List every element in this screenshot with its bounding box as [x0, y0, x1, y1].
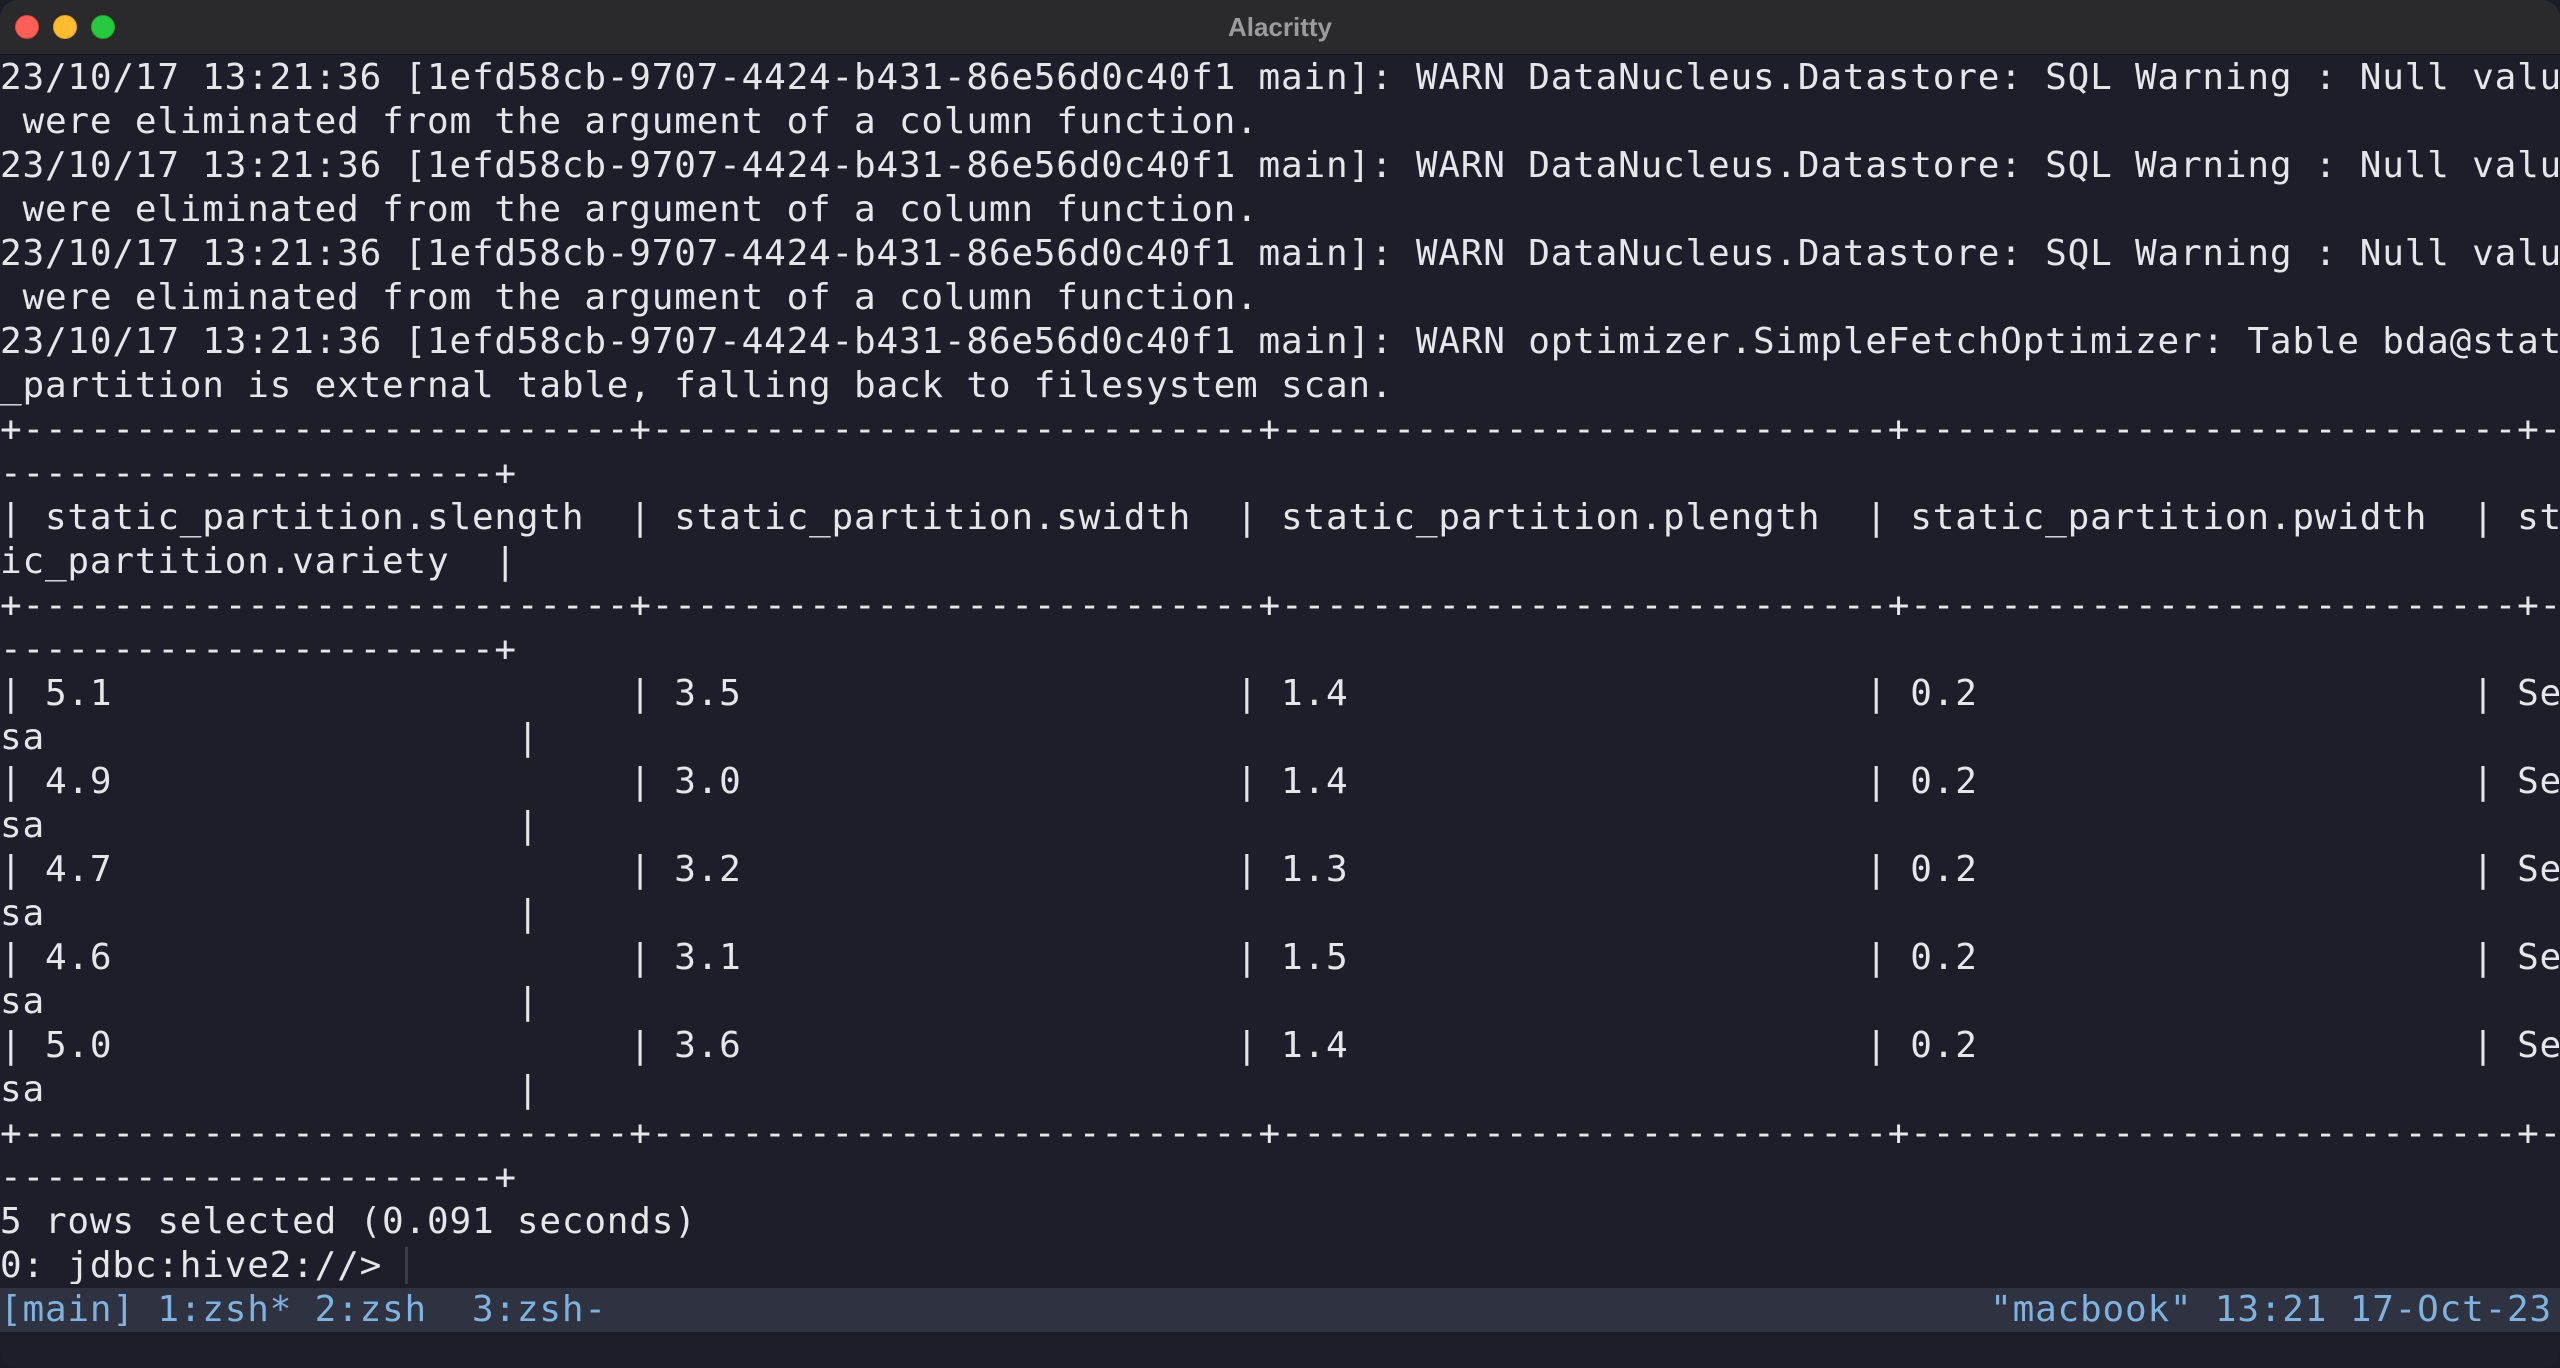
table-row: sa | — [0, 717, 540, 758]
title-bar[interactable]: Alacritty — [0, 0, 2560, 55]
table-row: | 5.0 | 3.6 | 1.4 | 0.2 | Seto — [0, 1025, 2560, 1066]
terminal-line: 23/10/17 13:21:36 [1efd58cb-9707-4424-b4… — [0, 57, 2560, 98]
tmux-host-clock: "macbook" 13:21 17-Oct-23 — [1990, 1289, 2552, 1330]
terminal-line: _partition is external table, falling ba… — [0, 365, 1394, 406]
query-result-summary: 5 rows selected (0.091 seconds) — [0, 1201, 697, 1242]
table-border: ----------------------+ — [0, 453, 517, 494]
table-border: +---------------------------+-----------… — [0, 585, 2560, 626]
terminal-line: 23/10/17 13:21:36 [1efd58cb-9707-4424-b4… — [0, 321, 2560, 362]
table-row: sa | — [0, 805, 540, 846]
terminal-line: 23/10/17 13:21:36 [1efd58cb-9707-4424-b4… — [0, 145, 2560, 186]
table-border: +---------------------------+-----------… — [0, 1113, 2560, 1154]
table-border: ----------------------+ — [0, 1157, 517, 1198]
table-row: | 4.9 | 3.0 | 1.4 | 0.2 | Seto — [0, 761, 2560, 802]
table-border: ----------------------+ — [0, 629, 517, 670]
terminal-line: were eliminated from the argument of a c… — [0, 101, 1259, 142]
tmux-window-list[interactable]: [main] 1:zsh* 2:zsh 3:zsh- — [0, 1288, 607, 1332]
command-prompt-line[interactable]: 0: jdbc:hive2://> — [0, 1244, 408, 1284]
tmux-status-bar: [main] 1:zsh* 2:zsh 3:zsh- "macbook" 13:… — [0, 1288, 2560, 1332]
table-row: | 4.6 | 3.1 | 1.5 | 0.2 | Seto — [0, 937, 2560, 978]
terminal-window: Alacritty 23/10/17 13:21:36 [1efd58cb-97… — [0, 0, 2560, 1368]
table-border: +---------------------------+-----------… — [0, 409, 2560, 450]
window-title: Alacritty — [1227, 12, 1333, 42]
terminal-output[interactable]: 23/10/17 13:21:36 [1efd58cb-9707-4424-b4… — [0, 56, 2560, 1284]
terminal-line: were eliminated from the argument of a c… — [0, 189, 1259, 230]
table-header: ic_partition.variety | — [0, 541, 517, 582]
terminal-line: 23/10/17 13:21:36 [1efd58cb-9707-4424-b4… — [0, 233, 2560, 274]
terminal-line: were eliminated from the argument of a c… — [0, 277, 1259, 318]
table-row: | 5.1 | 3.5 | 1.4 | 0.2 | Seto — [0, 673, 2560, 714]
table-row: sa | — [0, 1069, 540, 1110]
table-row: | 4.7 | 3.2 | 1.3 | 0.2 | Seto — [0, 849, 2560, 890]
table-row: sa | — [0, 981, 540, 1022]
command-prompt: 0: jdbc:hive2://> — [0, 1245, 405, 1284]
table-header: | static_partition.slength | static_part… — [0, 497, 2560, 538]
table-row: sa | — [0, 893, 540, 934]
text-cursor — [404, 1247, 408, 1284]
